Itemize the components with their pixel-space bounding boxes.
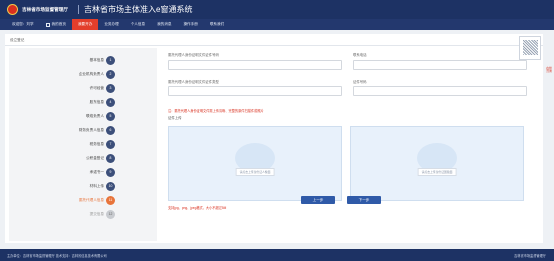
step-label: 联络负责人 [86,114,104,118]
upload-front-caption: 请点击上传身份证人像面 [235,167,275,176]
nav-home-label: 我的首页 [51,22,66,26]
footer-copyright: 主办单位：吉林省市场监督管理厅 技术支持：吉林省信息技术有限公司 [7,254,107,258]
upload-back-caption: 请点击上传身份证国徽面 [417,167,457,176]
nav-manual-label: 操作手册 [183,22,198,26]
main-nav: 欢迎您：刘学 我的首页 我要开办 业务办理 个人信息 我的消息 操作手册 联系我… [0,19,554,30]
step-item[interactable]: 股东信息 4 [9,97,157,108]
step-number: 4 [106,98,115,107]
step-number: 3 [106,84,115,93]
nav-manual[interactable]: 操作手册 [177,19,203,30]
step-number: 6 [106,126,115,135]
qr-code-icon [523,40,538,55]
step-label: 委托代理人信息 [78,198,104,202]
top-header: 吉林省市场监督管理厅 吉林省市场主体准入e窗通系统 [0,0,554,19]
step-item[interactable]: 公积金登记 8 [9,153,157,164]
step-item[interactable]: 联络负责人 5 [9,111,157,122]
emblem-logo [7,4,18,15]
welcome-text: 欢迎您：刘学 [12,22,34,26]
upload-section-title: 证件上传 [168,116,182,120]
nav-home[interactable]: 我的首页 [40,19,72,30]
step-label: 股东信息 [89,100,104,104]
step-number: 2 [106,70,115,79]
step-number: 7 [106,140,115,149]
phone-label: 联系电话 [353,53,367,57]
nav-contact-label: 联系我们 [209,22,225,26]
phone-input[interactable] [353,60,527,70]
step-number: 5 [106,112,115,121]
agent-type-select[interactable] [168,86,342,96]
step-label: 许可经营 [89,86,104,90]
online-consult-tab[interactable]: 在线咨询 [546,67,552,111]
agent-type-label: 委托代理人身份证明文件证件类型 [168,80,219,84]
breadcrumb: 设立登记 [10,38,25,42]
step-sidebar: 基本信息 1 企业机构负责人 2 许可经营 3 股东信息 4 联络负责人 5 财… [9,48,157,241]
nav-personal-info[interactable]: 个人信息 [125,19,151,30]
step-item-current[interactable]: 委托代理人信息 11 [9,195,157,206]
step-label: 提交信息 [89,212,104,216]
agent-id-input[interactable] [168,60,342,70]
header-divider [78,5,79,14]
step-label: 财务负责人信息 [78,128,104,132]
footer: 主办单位：吉林省市场监督管理厅 技术支持：吉林省信息技术有限公司 吉林省市场监督… [0,249,554,261]
footer-right-text: 吉林省市场监督管理厅 [514,254,546,258]
step-item[interactable]: 财务负责人信息 6 [9,125,157,136]
main-panel: 设立登记 基本信息 1 企业机构负责人 2 许可经营 3 股东信息 4 联络负责… [5,34,543,243]
step-item[interactable]: 承诺书一 9 [9,167,157,178]
previous-step-button[interactable]: 上一步 [301,196,335,204]
nav-business-handling-label: 业务办理 [104,22,119,26]
step-item-pending[interactable]: 提交信息 12 [9,209,157,220]
nav-business-handling[interactable]: 业务办理 [98,19,124,30]
system-title: 吉林省市场主体准入e窗通系统 [84,5,193,14]
org-name: 吉林省市场监督管理厅 [22,7,68,12]
next-step-button[interactable]: 下一步 [347,196,381,204]
cert-no-label: 证件号码 [353,80,367,84]
step-label: 企业机构负责人 [78,72,104,76]
home-icon [45,22,50,27]
upload-requirement-note: 注：委托代理人身份证明文件需上传清晰、完整的原件扫描件或照片 [168,109,264,113]
step-item[interactable]: 许可经营 3 [9,83,157,94]
step-label: 公积金登记 [86,156,104,160]
nav-open-business-label: 我要开办 [77,22,93,26]
nav-contact[interactable]: 联系我们 [204,19,230,30]
step-number: 12 [106,210,115,219]
step-label: 税务信息 [89,142,104,146]
cert-no-input[interactable] [353,86,527,96]
step-number: 8 [106,154,115,163]
nav-welcome: 欢迎您：刘学 [6,19,40,30]
step-number: 10 [106,182,115,191]
nav-personal-info-label: 个人信息 [130,22,146,26]
step-number: 1 [106,56,115,65]
step-label: 材料上传 [89,184,104,188]
step-label: 基本信息 [89,58,104,62]
agent-id-label: 委托代理人身份证明文件证件号码 [168,53,219,57]
step-number: 9 [106,168,115,177]
upload-id-back[interactable]: 请点击上传身份证国徽面 [350,126,524,201]
upload-format-note: 支持jpg、png、jpeg格式，大小不超过5M [168,206,227,210]
nav-messages[interactable]: 我的消息 [151,19,177,30]
nav-messages-label: 我的消息 [157,22,172,26]
nav-open-business[interactable]: 我要开办 [71,19,99,30]
step-item[interactable]: 企业机构负责人 2 [9,69,157,80]
step-item[interactable]: 材料上传 10 [9,181,157,192]
qr-code-widget[interactable] [519,36,541,60]
step-item[interactable]: 基本信息 1 [9,55,157,66]
breadcrumb-divider [5,45,543,46]
step-label: 承诺书一 [89,170,104,174]
upload-id-front[interactable]: 请点击上传身份证人像面 [168,126,342,201]
step-item[interactable]: 税务信息 7 [9,139,157,150]
step-number: 11 [106,196,115,205]
